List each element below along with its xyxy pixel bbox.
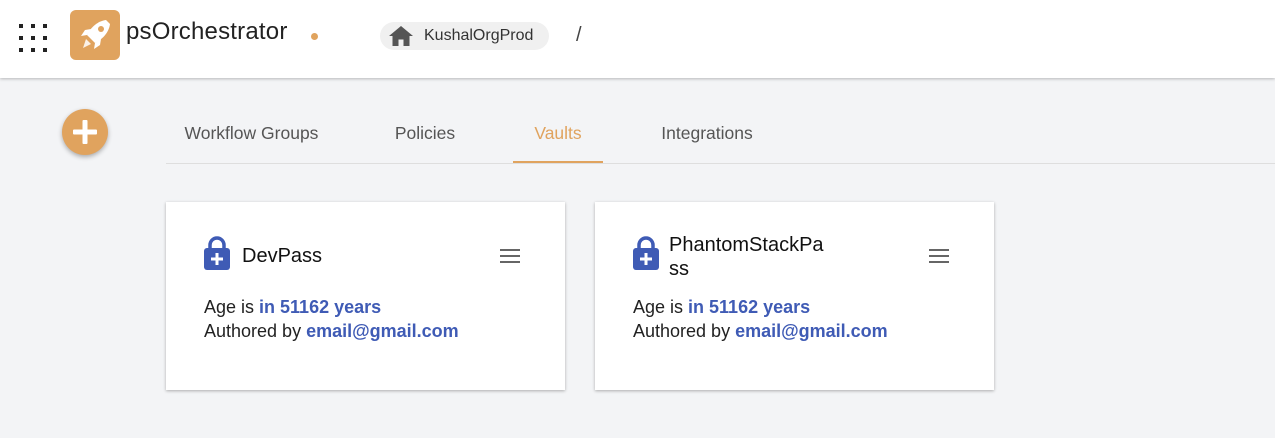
vault-card[interactable]: PhantomStackPa ss Age is in 51162 years …: [595, 202, 994, 390]
breadcrumb-org[interactable]: KushalOrgProd: [380, 22, 550, 50]
vault-author-prefix: Authored by: [633, 321, 736, 341]
vault-card[interactable]: DevPass Age is in 51162 years Authored b…: [166, 202, 565, 390]
vault-author-email[interactable]: email@gmail.com: [735, 321, 888, 341]
vault-name-line-2: ss: [669, 258, 689, 280]
vault-age-value: in 51162 years: [259, 297, 382, 317]
hamburger-menu-icon[interactable]: [500, 248, 522, 264]
vault-name-line-1: PhantomStackPa: [669, 234, 824, 256]
add-button[interactable]: [62, 109, 108, 155]
top-bar: psOrchestrator KushalOrgProd /: [0, 0, 1275, 78]
add-icon: [73, 120, 97, 144]
lock-icon: [204, 236, 230, 270]
tab-policies[interactable]: Policies: [376, 104, 474, 163]
hamburger-menu-icon[interactable]: [929, 248, 951, 264]
vault-age-value: in 51162 years: [688, 297, 811, 317]
rocket-logo-icon: [81, 20, 110, 49]
breadcrumb-separator: /: [576, 24, 582, 46]
app-title: psOrchestrator: [126, 18, 288, 45]
vault-age-prefix: Age is: [204, 297, 260, 317]
vault-name: DevPass: [242, 245, 323, 267]
tab-vaults[interactable]: Vaults: [513, 104, 603, 163]
vault-age: Age is in 51162 years: [633, 297, 810, 318]
tab-bar: Workflow Groups Policies Vaults Integrat…: [166, 104, 1275, 164]
vault-age-prefix: Age is: [633, 297, 689, 317]
app-title-dot: [311, 33, 318, 40]
breadcrumb-org-label: KushalOrgProd: [424, 27, 534, 44]
vault-author-email[interactable]: email@gmail.com: [306, 321, 459, 341]
vault-age: Age is in 51162 years: [204, 297, 381, 318]
vault-author-prefix: Authored by: [204, 321, 307, 341]
apps-grid-icon[interactable]: [19, 24, 47, 52]
lock-icon: [633, 236, 659, 270]
vault-author: Authored by email@gmail.com: [633, 321, 888, 342]
tab-workflow-groups[interactable]: Workflow Groups: [166, 104, 337, 163]
vault-author: Authored by email@gmail.com: [204, 321, 459, 342]
tab-integrations[interactable]: Integrations: [642, 104, 772, 163]
home-icon: [389, 26, 413, 46]
app-logo[interactable]: [70, 10, 120, 60]
